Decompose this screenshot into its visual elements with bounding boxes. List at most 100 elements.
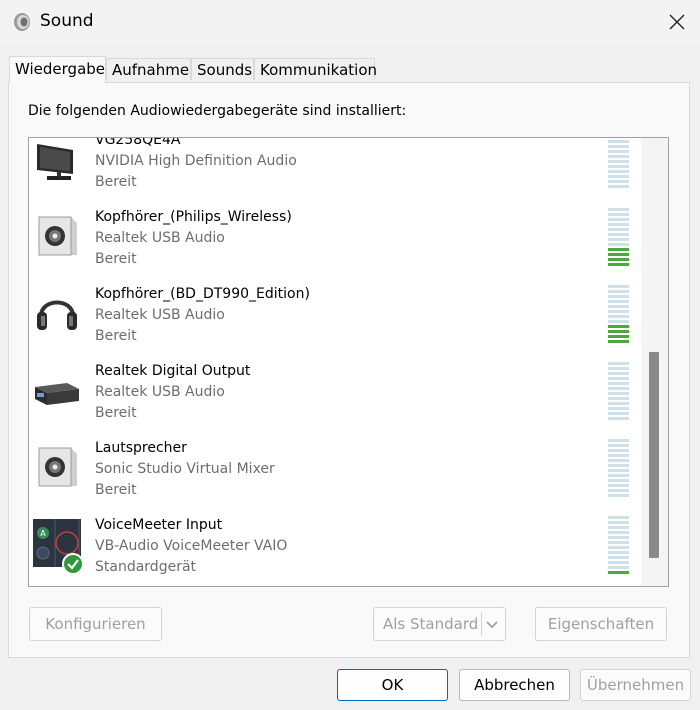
meter-bar <box>608 248 629 251</box>
speaker-icon <box>38 447 77 487</box>
meter-bar <box>608 310 629 313</box>
device-row-voicemeeter[interactable]: A VoiceMeeter Input VB-Audio VoiceMeeter… <box>29 511 639 586</box>
meter-bar <box>608 305 629 308</box>
meter-bar <box>608 218 629 221</box>
meter-bar <box>608 315 629 318</box>
device-name: VoiceMeeter Input <box>95 517 223 533</box>
volume-meter <box>608 439 629 499</box>
device-status: Bereit <box>95 405 137 421</box>
device-status: Bereit <box>95 482 137 498</box>
device-status: Bereit <box>95 174 137 190</box>
meter-bar <box>608 449 629 452</box>
meter-bar <box>608 150 629 153</box>
meter-bar <box>608 233 629 236</box>
default-check-icon <box>62 553 84 575</box>
meter-bar <box>608 362 629 365</box>
meter-bar <box>608 285 629 288</box>
device-driver: VB-Audio VoiceMeeter VAIO <box>95 538 288 554</box>
instructions-text: Die folgenden Audiowiedergabegeräte sind… <box>28 103 407 119</box>
meter-bar <box>608 556 629 559</box>
meter-bar <box>608 402 629 405</box>
volume-meter <box>608 516 629 576</box>
meter-bar <box>608 165 629 168</box>
meter-bar <box>608 253 629 256</box>
volume-meter <box>608 140 629 190</box>
meter-bar <box>608 489 629 492</box>
device-driver: NVIDIA High Definition Audio <box>95 153 297 169</box>
meter-bar <box>608 516 629 519</box>
chevron-down-icon[interactable] <box>485 620 499 630</box>
scrollbar-thumb[interactable] <box>649 352 659 558</box>
meter-bar <box>608 479 629 482</box>
device-name: Kopfhörer_(Philips_Wireless) <box>95 209 292 225</box>
meter-bar <box>608 397 629 400</box>
properties-button[interactable]: Eigenschaften <box>535 607 667 641</box>
device-status: Bereit <box>95 328 137 344</box>
cancel-button[interactable]: Abbrechen <box>459 669 570 701</box>
meter-bar <box>608 372 629 375</box>
meter-bar <box>608 243 629 246</box>
meter-bar <box>608 464 629 467</box>
monitor-icon <box>37 144 73 180</box>
device-row-monitor[interactable]: VG258QE4A NVIDIA High Definition Audio B… <box>29 137 639 203</box>
meter-bar <box>608 295 629 298</box>
meter-bar <box>608 459 629 462</box>
meter-bar <box>608 536 629 539</box>
svg-text:A: A <box>40 529 46 538</box>
device-name: Realtek Digital Output <box>95 363 251 379</box>
meter-bar <box>608 325 629 328</box>
meter-bar <box>608 175 629 178</box>
device-row-lautsprecher[interactable]: Lautsprecher Sonic Studio Virtual Mixer … <box>29 434 639 511</box>
device-driver: Realtek USB Audio <box>95 307 225 323</box>
device-row-philips-wireless[interactable]: Kopfhörer_(Philips_Wireless) Realtek USB… <box>29 203 639 280</box>
device-name: VG258QE4A <box>95 137 181 148</box>
meter-bar <box>608 561 629 564</box>
device-list[interactable]: VG258QE4A NVIDIA High Definition Audio B… <box>28 137 669 587</box>
meter-bar <box>608 469 629 472</box>
device-row-digital-output[interactable]: Realtek Digital Output Realtek USB Audio… <box>29 357 639 434</box>
meter-bar <box>608 367 629 370</box>
close-button[interactable] <box>654 0 700 44</box>
tab-wiedergabe[interactable]: Wiedergabe <box>9 56 106 83</box>
meter-bar <box>608 145 629 148</box>
device-status: Standardgerät <box>95 559 197 575</box>
sound-app-icon <box>14 13 30 31</box>
device-driver: Realtek USB Audio <box>95 230 225 246</box>
meter-bar <box>608 541 629 544</box>
meter-bar <box>608 494 629 497</box>
device-status: Bereit <box>95 251 137 267</box>
device-name: Kopfhörer_(BD_DT990_Edition) <box>95 286 310 302</box>
meter-bar <box>608 208 629 211</box>
device-name: Lautsprecher <box>95 440 187 456</box>
meter-bar <box>608 546 629 549</box>
meter-bar <box>608 571 629 574</box>
digital-output-icon <box>35 383 79 405</box>
ok-button[interactable]: OK <box>337 669 448 701</box>
tab-aufnahme[interactable]: Aufnahme <box>106 58 191 80</box>
meter-bar <box>608 439 629 442</box>
set-default-button[interactable]: Als Standard <box>373 607 506 641</box>
meter-bar <box>608 160 629 163</box>
meter-bar <box>608 412 629 415</box>
meter-bar <box>608 454 629 457</box>
configure-button[interactable]: Konfigurieren <box>29 607 162 641</box>
device-row-dt990[interactable]: Kopfhörer_(BD_DT990_Edition) Realtek USB… <box>29 280 639 357</box>
tab-sounds[interactable]: Sounds <box>191 58 254 80</box>
meter-bar <box>608 335 629 338</box>
meter-bar <box>608 521 629 524</box>
meter-bar <box>608 330 629 333</box>
meter-bar <box>608 417 629 420</box>
meter-bar <box>608 238 629 241</box>
meter-bar <box>608 185 629 188</box>
tab-kommunikation[interactable]: Kommunikation <box>254 58 377 80</box>
apply-button[interactable]: Übernehmen <box>580 669 691 701</box>
meter-bar <box>608 228 629 231</box>
meter-bar <box>608 566 629 569</box>
device-driver: Sonic Studio Virtual Mixer <box>95 461 275 477</box>
meter-bar <box>608 474 629 477</box>
meter-bar <box>608 444 629 447</box>
meter-bar <box>608 180 629 183</box>
meter-bar <box>608 140 629 143</box>
volume-meter <box>608 362 629 422</box>
meter-bar <box>608 340 629 343</box>
